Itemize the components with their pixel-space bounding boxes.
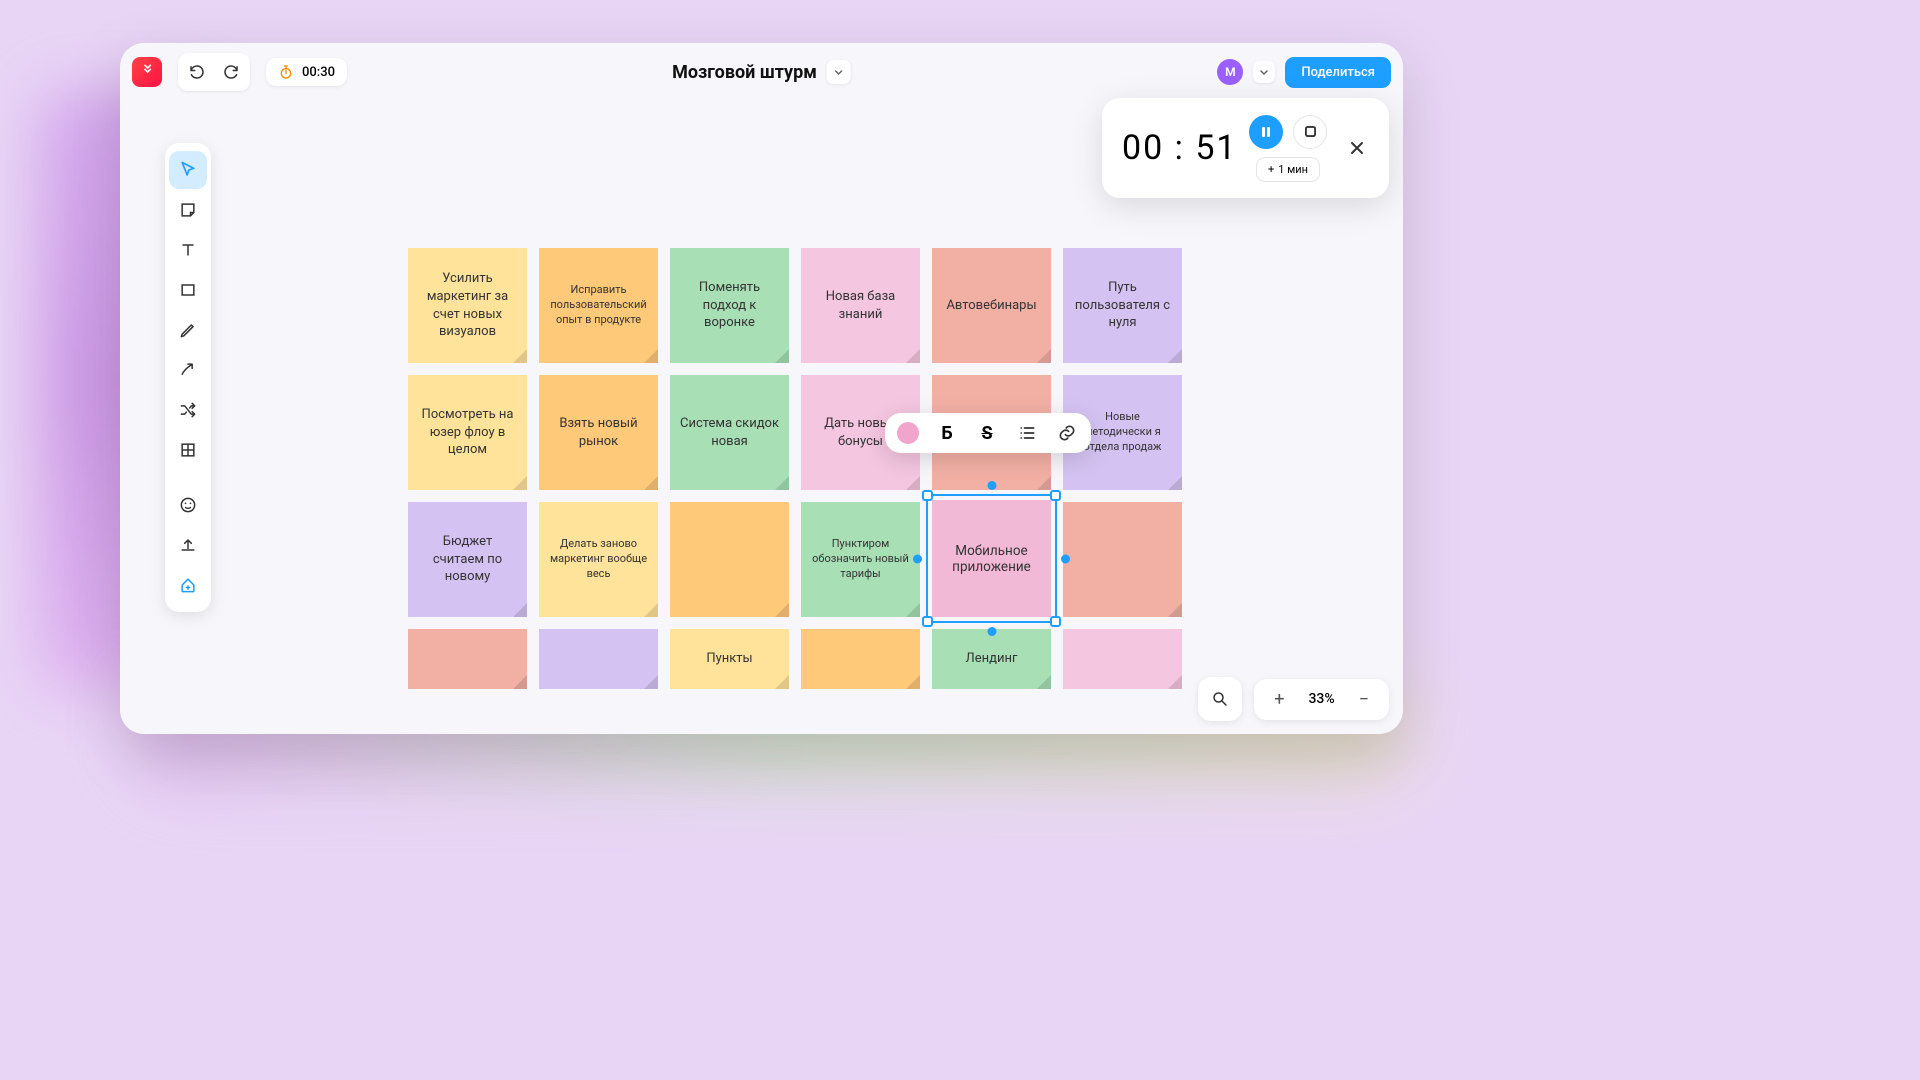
- tools-panel: [165, 143, 211, 612]
- tool-home[interactable]: [169, 566, 207, 604]
- chevron-down-icon: [834, 67, 844, 77]
- list-icon: [1017, 423, 1037, 443]
- sticky-note-selected[interactable]: Мобильное приложение: [932, 500, 1051, 617]
- timer-close-button[interactable]: [1345, 136, 1369, 160]
- stopwatch-icon: [278, 64, 294, 80]
- tool-shape[interactable]: [169, 271, 207, 309]
- sticky-note[interactable]: [408, 629, 527, 689]
- sticky-note[interactable]: [539, 629, 658, 689]
- sticky-note[interactable]: Усилить маркетинг за счет новых визуалов: [408, 248, 527, 363]
- list-button[interactable]: [1015, 421, 1039, 445]
- zoom-in-button[interactable]: +: [1270, 689, 1288, 710]
- timer-stop-button[interactable]: [1293, 115, 1327, 149]
- link-icon: [1057, 423, 1077, 443]
- pencil-icon: [178, 320, 198, 340]
- chevron-down-icon: [1259, 67, 1269, 77]
- timer-pause-button[interactable]: [1249, 115, 1283, 149]
- sticky-note[interactable]: [801, 629, 920, 689]
- topbar: 00:30 Мозговой штурм M Поделиться: [132, 53, 1391, 91]
- timer-add-minute-button[interactable]: + 1 мин: [1256, 157, 1320, 182]
- title-dropdown[interactable]: [827, 60, 851, 84]
- tool-grid[interactable]: [169, 431, 207, 469]
- sticky-note[interactable]: Поменять подход к воронке: [670, 248, 789, 363]
- emoji-icon: [178, 495, 198, 515]
- close-icon: [1349, 140, 1365, 156]
- undo-button[interactable]: [182, 57, 212, 87]
- board-title[interactable]: Мозговой штурм: [672, 62, 817, 83]
- floating-format-toolbar: Б S: [885, 413, 1091, 453]
- tool-select[interactable]: [169, 151, 207, 189]
- tool-emoji[interactable]: [169, 486, 207, 524]
- timer-pill-value: 00:30: [302, 65, 335, 80]
- zoom-out-button[interactable]: −: [1355, 689, 1373, 710]
- user-avatar[interactable]: M: [1217, 59, 1243, 85]
- timer-display: 00 : 51: [1122, 128, 1238, 168]
- timer-add-label: 1 мин: [1278, 163, 1308, 176]
- tool-text[interactable]: [169, 231, 207, 269]
- sticky-note-icon: [178, 200, 198, 220]
- app-logo[interactable]: [132, 57, 162, 87]
- timer-panel: 00 : 51 + 1 мин: [1102, 98, 1389, 198]
- sticky-note[interactable]: Взять новый рынок: [539, 375, 658, 490]
- shuffle-icon: [178, 400, 198, 420]
- text-icon: [178, 240, 198, 260]
- note-color-swatch[interactable]: [897, 422, 919, 444]
- zoom-bar: + 33% −: [1198, 677, 1389, 721]
- sticky-note[interactable]: Пункты: [670, 629, 789, 689]
- search-button[interactable]: [1198, 677, 1242, 721]
- tool-sticky-note[interactable]: [169, 191, 207, 229]
- sticky-note[interactable]: Автовебинары: [932, 248, 1051, 363]
- upload-icon: [178, 535, 198, 555]
- sticky-note[interactable]: [670, 502, 789, 617]
- link-button[interactable]: [1055, 421, 1079, 445]
- grid-icon: [178, 440, 198, 460]
- sticky-note[interactable]: [1063, 629, 1182, 689]
- sticky-note[interactable]: Делать заново маркетинг вообще весь: [539, 502, 658, 617]
- sticky-note[interactable]: Система скидок новая: [670, 375, 789, 490]
- sticky-note[interactable]: Лендинг: [932, 629, 1051, 689]
- app-window: 00:30 Мозговой штурм M Поделиться: [120, 43, 1403, 734]
- arrow-icon: [178, 360, 198, 380]
- cursor-icon: [178, 160, 198, 180]
- invite-dropdown[interactable]: [1253, 61, 1275, 83]
- bold-button[interactable]: Б: [935, 421, 959, 445]
- sticky-note[interactable]: Путь пользователя с нуля: [1063, 248, 1182, 363]
- pause-icon: [1260, 126, 1272, 138]
- zoom-value[interactable]: 33%: [1308, 691, 1334, 707]
- tool-pen[interactable]: [169, 311, 207, 349]
- home-plus-icon: [178, 575, 198, 595]
- tool-connector[interactable]: [169, 351, 207, 389]
- share-button[interactable]: Поделиться: [1285, 57, 1391, 88]
- sticky-note[interactable]: Новая база знаний: [801, 248, 920, 363]
- sticky-note[interactable]: [1063, 502, 1182, 617]
- tool-random[interactable]: [169, 391, 207, 429]
- redo-button[interactable]: [216, 57, 246, 87]
- tool-upload[interactable]: [169, 526, 207, 564]
- sticky-note[interactable]: Исправить пользовательский опыт в продук…: [539, 248, 658, 363]
- strikethrough-button[interactable]: S: [975, 421, 999, 445]
- sticky-note[interactable]: Бюджет считаем по новому: [408, 502, 527, 617]
- sticky-note[interactable]: Пунктиром обозначить новый тарифы: [801, 502, 920, 617]
- stop-icon: [1305, 126, 1316, 137]
- timer-pill[interactable]: 00:30: [266, 58, 347, 86]
- rectangle-icon: [178, 280, 198, 300]
- sticky-note[interactable]: Посмотреть на юзер флоу в целом: [408, 375, 527, 490]
- search-icon: [1211, 690, 1229, 708]
- plus-icon: +: [1268, 163, 1274, 176]
